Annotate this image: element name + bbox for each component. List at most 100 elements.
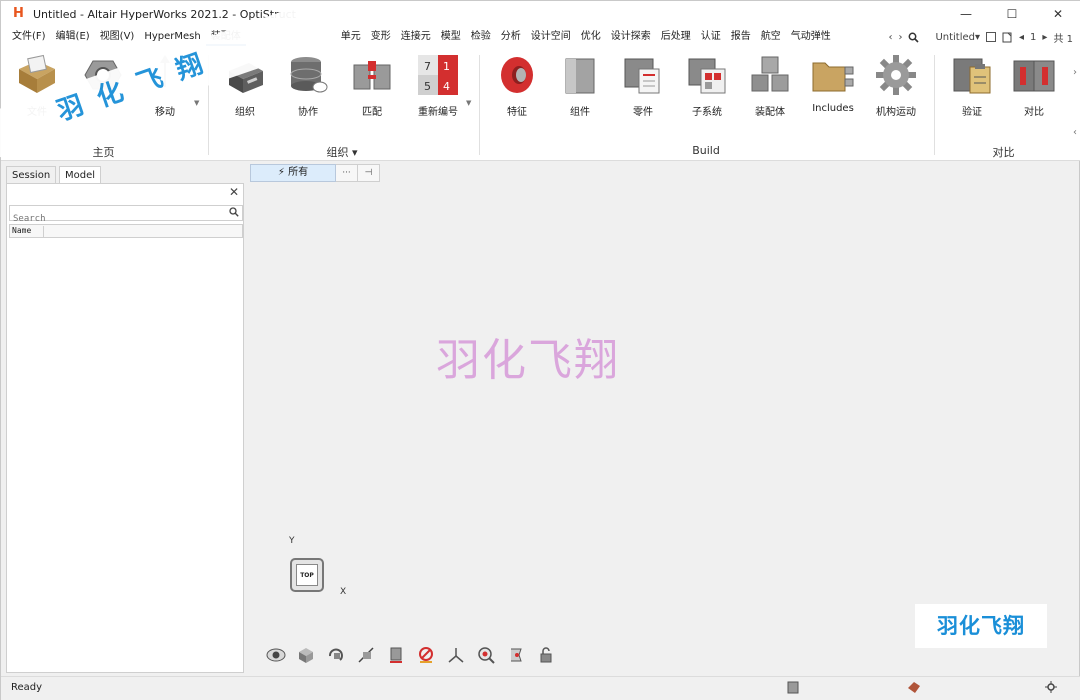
renumber-grid-icon: 7154	[416, 53, 460, 97]
filter-more-button[interactable]: ···	[336, 164, 358, 182]
move-dropdown-icon[interactable]: ▼	[194, 99, 199, 107]
menu-optimize[interactable]: 优化	[576, 28, 606, 46]
status-text: Ready	[11, 682, 43, 693]
menu-design-space[interactable]: 设计空间	[526, 28, 576, 46]
match-parts-icon	[350, 53, 394, 97]
verify-clipboard-icon	[950, 53, 994, 97]
menu-edit[interactable]: 编辑(E)	[51, 28, 95, 46]
menu-post[interactable]: 后处理	[656, 28, 696, 46]
fit-view-icon[interactable]	[506, 645, 526, 665]
match-tool-label: 匹配	[362, 107, 382, 118]
ribbon-collapse-icon[interactable]: ‹	[1073, 127, 1077, 138]
maximize-button[interactable]: ☐	[989, 1, 1035, 27]
search-icon[interactable]	[229, 207, 239, 220]
subsystem-tool[interactable]: 子系统	[677, 47, 737, 118]
corner-watermark: 羽化飞翔	[915, 604, 1047, 648]
menu-aero[interactable]: 航空	[756, 28, 786, 46]
group-build-label: Build	[692, 144, 720, 157]
feature-tool[interactable]: 特征	[487, 47, 547, 118]
tab-session[interactable]: Session	[6, 166, 57, 184]
no-entity-icon[interactable]	[416, 645, 436, 665]
menu-elements[interactable]: 单元	[336, 28, 366, 46]
status-settings-icon[interactable]	[1044, 680, 1058, 697]
shading-cube-icon[interactable]	[296, 645, 316, 665]
compare-tool[interactable]: 对比	[1004, 47, 1064, 118]
menu-analysis[interactable]: 分析	[496, 28, 526, 46]
component-tool[interactable]: 组件	[550, 47, 610, 118]
column-name-header[interactable]: Name	[12, 226, 44, 238]
zoom-icon[interactable]	[476, 645, 496, 665]
menu-model[interactable]: 模型	[436, 28, 466, 46]
menu-validate[interactable]: 检验	[466, 28, 496, 46]
status-cube-icon[interactable]	[787, 680, 799, 697]
session-selector[interactable]: Untitled▾	[935, 29, 980, 45]
assembly-blocks-icon	[748, 53, 792, 97]
view-cube[interactable]: TOP	[290, 558, 324, 592]
feature-tool-label: 特征	[507, 107, 527, 118]
match-tool[interactable]: 匹配	[342, 47, 402, 118]
assembly-tool[interactable]: 装配体	[740, 47, 800, 118]
renumber-dropdown-icon[interactable]: ▼	[466, 99, 471, 107]
color-mode-icon[interactable]	[386, 645, 406, 665]
axis-x-label: X	[340, 587, 347, 597]
center-watermark: 羽化飞翔	[436, 335, 620, 386]
new-page-icon[interactable]	[1002, 29, 1013, 45]
verify-tool[interactable]: 验证	[942, 47, 1002, 118]
app-window: H Untitled - Altair HyperWorks 2021.2 - …	[0, 0, 1080, 700]
visibility-eye-icon[interactable]	[266, 645, 286, 665]
feature-ring-icon	[495, 53, 539, 97]
includes-tool-label: Includes	[812, 103, 854, 114]
minimize-button[interactable]: —	[943, 1, 989, 27]
window-title: Untitled - Altair HyperWorks 2021.2 - Op…	[33, 7, 296, 21]
close-button[interactable]: ✕	[1035, 1, 1080, 27]
triad-axes-icon[interactable]	[446, 645, 466, 665]
menu-morph[interactable]: 变形	[366, 28, 396, 46]
group-compare-label: 对比	[992, 146, 1015, 159]
menu-connectors[interactable]: 连接元	[396, 28, 436, 46]
svg-text:4: 4	[443, 80, 450, 93]
browser-tabs: Session Model	[1, 164, 244, 184]
svg-text:1: 1	[443, 60, 450, 73]
filter-pin-button[interactable]: ⊣	[358, 164, 380, 182]
view-cube-face[interactable]: TOP	[296, 564, 318, 586]
rotate-view-icon[interactable]	[326, 645, 346, 665]
collab-tool-label: 协作	[298, 107, 318, 118]
window-checkbox[interactable]	[986, 32, 997, 42]
mechanism-tool[interactable]: 机构运动	[866, 47, 926, 118]
renumber-tool[interactable]: 7154 重新编号	[408, 47, 468, 118]
page-next-button[interactable]: ▸	[1042, 29, 1047, 45]
page-prev-button[interactable]: ◂	[1019, 29, 1024, 45]
tab-model[interactable]: Model	[59, 166, 102, 184]
menu-report[interactable]: 报告	[726, 28, 756, 46]
group-home-label: 主页	[92, 146, 115, 159]
ribbon-scroll-right-icon[interactable]: ›	[1073, 67, 1077, 78]
status-model-icon[interactable]	[907, 680, 921, 697]
database-cloud-icon	[286, 53, 330, 97]
includes-tool[interactable]: Includes	[803, 47, 863, 114]
status-bar: Ready	[1, 676, 1080, 700]
model-browser: ✕ Name	[6, 183, 244, 673]
section-cut-icon[interactable]	[356, 645, 376, 665]
menu-certify[interactable]: 认证	[696, 28, 726, 46]
menu-file[interactable]: 文件(F)	[7, 28, 51, 46]
search-icon[interactable]	[908, 29, 920, 45]
menu-view[interactable]: 视图(V)	[95, 28, 140, 46]
lock-icon[interactable]	[536, 645, 556, 665]
compare-icon	[1012, 53, 1056, 97]
svg-text:7: 7	[424, 60, 431, 73]
group-organize-label[interactable]: 组织 ▾	[211, 144, 473, 160]
part-tool[interactable]: 零件	[613, 47, 673, 118]
menu-right-tools: ‹ › Untitled▾ ◂ 1 ▸ 共 1	[888, 27, 1073, 47]
ribbon-next-button[interactable]: ›	[898, 29, 902, 45]
ribbon-prev-button[interactable]: ‹	[888, 29, 892, 45]
component-cube-icon	[558, 53, 602, 97]
assembly-tool-label: 装配体	[755, 107, 785, 118]
close-icon[interactable]: ✕	[229, 185, 239, 199]
menu-aeroelastic[interactable]: 气动弹性	[786, 28, 836, 46]
filter-all-button[interactable]: ⚡ 所有	[250, 164, 336, 182]
graphics-viewport[interactable]: 羽化飞翔 Y X TOP 羽化飞翔	[246, 184, 1079, 674]
subsystem-icon	[685, 53, 729, 97]
includes-folder-icon	[811, 53, 855, 97]
title-bar: H Untitled - Altair HyperWorks 2021.2 - …	[1, 1, 1080, 27]
menu-design-explore[interactable]: 设计探索	[606, 28, 656, 46]
